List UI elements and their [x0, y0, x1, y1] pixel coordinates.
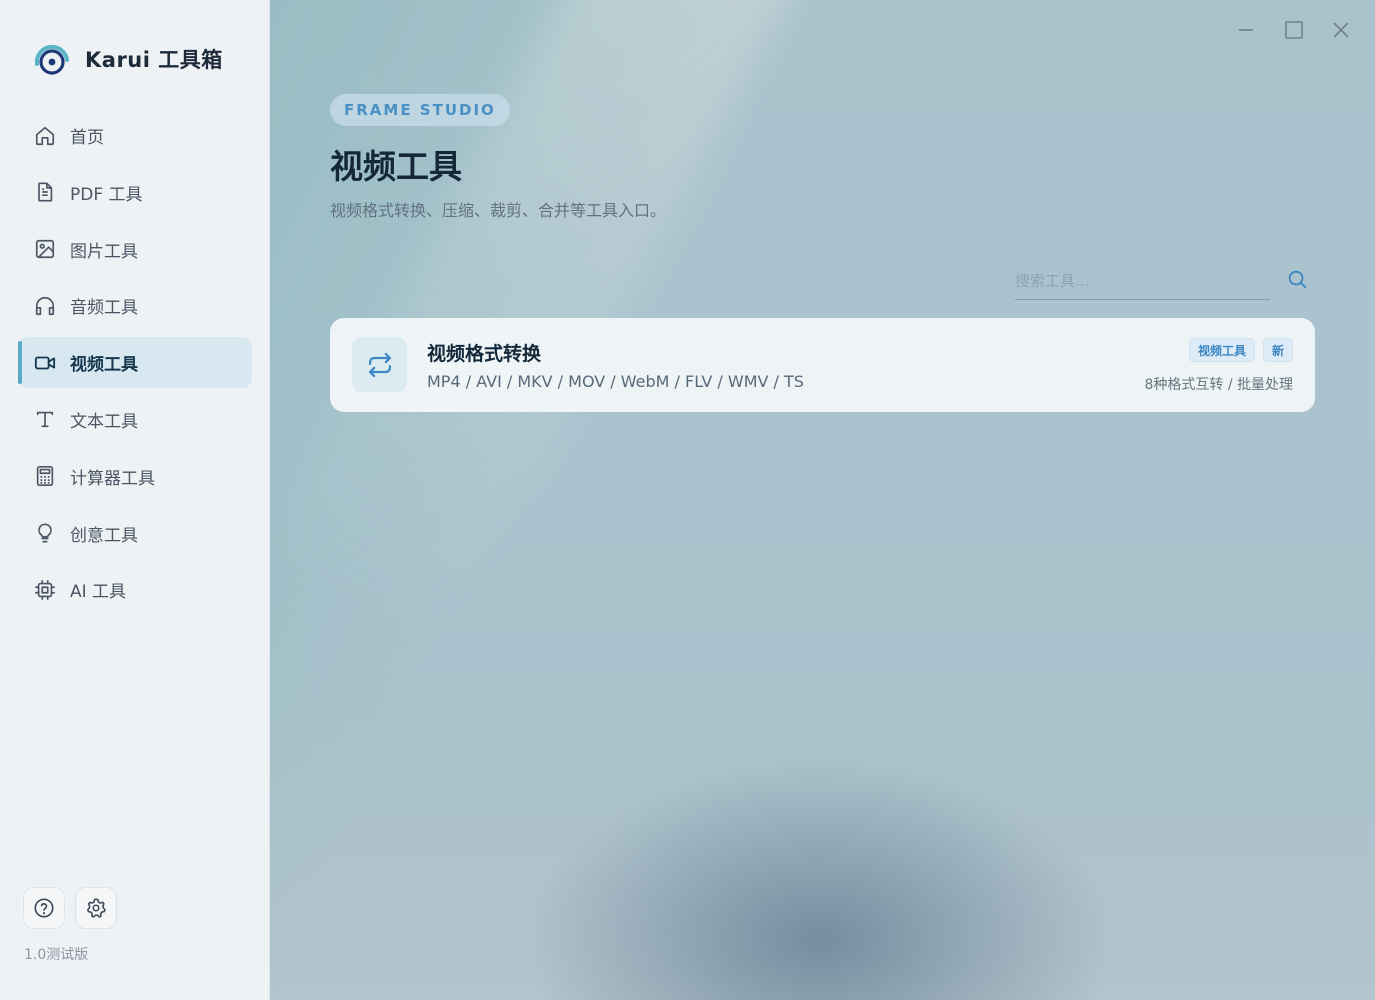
sidebar-item-ai[interactable]: AI 工具 [18, 564, 252, 615]
settings-button[interactable] [75, 887, 117, 929]
close-icon [1333, 22, 1349, 38]
search-input[interactable] [1015, 262, 1270, 299]
text-icon [36, 412, 54, 428]
sidebar-item-pdf[interactable]: PDF 工具 [18, 167, 252, 218]
search-box [1015, 262, 1270, 300]
close-button[interactable] [1327, 16, 1355, 44]
image-icon [35, 240, 55, 259]
app-name: Karui 工具箱 [85, 48, 223, 72]
maximize-icon [1285, 21, 1303, 39]
minimize-icon [1239, 29, 1253, 31]
sidebar-item-label: 文本工具 [70, 411, 138, 432]
sidebar-item-video[interactable]: 视频工具 [18, 337, 252, 389]
sidebar-item-text[interactable]: 文本工具 [18, 394, 252, 445]
version-label: 1.0测试版 [24, 947, 89, 963]
sidebar-item-calculator[interactable]: 计算器工具 [18, 451, 252, 502]
document-icon [38, 182, 53, 202]
home-icon [35, 126, 55, 145]
search-icon[interactable] [1286, 268, 1308, 290]
video-camera-icon [34, 356, 56, 370]
lightbulb-icon [38, 523, 52, 543]
sidebar-item-home[interactable]: 首页 [18, 110, 252, 161]
sidebar-item-label: 计算器工具 [70, 468, 155, 489]
sidebar-item-label: 创意工具 [70, 525, 138, 546]
tool-card-video-convert[interactable]: 视频格式转换 MP4 / AVI / MKV / MOV / WebM / FL… [330, 318, 1315, 412]
tool-card-meta: 8种格式互转 / 批量处理 [1144, 377, 1293, 393]
sidebar-item-label: 视频工具 [70, 355, 138, 376]
calculator-icon [36, 466, 54, 487]
sidebar-item-audio[interactable]: 音频工具 [18, 280, 252, 331]
help-icon [34, 898, 54, 918]
page-title: 视频工具 [330, 147, 462, 186]
help-button[interactable] [23, 887, 65, 929]
headphones-icon [35, 296, 55, 315]
sidebar-item-image[interactable]: 图片工具 [18, 224, 252, 275]
new-badge: 新 [1262, 338, 1293, 362]
sidebar-item-label: PDF 工具 [70, 184, 143, 205]
sidebar: Karui 工具箱 首页 PDF 工具 图片工具 音频工具 视频工具 文本工具 [0, 0, 270, 1000]
swap-arrows-icon [368, 352, 391, 377]
chip-icon [35, 579, 55, 600]
tool-card-formats: MP4 / AVI / MKV / MOV / WebM / FLV / WMV… [427, 372, 804, 391]
gear-icon [86, 898, 106, 918]
page-subtitle: 视频格式转换、压缩、裁剪、合并等工具入口。 [330, 201, 667, 220]
sidebar-item-label: 首页 [70, 128, 104, 148]
sidebar-item-label: AI 工具 [70, 582, 127, 603]
minimize-button[interactable] [1232, 16, 1260, 44]
app-logo-icon [34, 44, 69, 75]
sidebar-item-label: 音频工具 [70, 298, 138, 319]
section-eyebrow: FRAME STUDIO [330, 94, 510, 126]
tool-card-title: 视频格式转换 [427, 343, 542, 365]
tool-card-icon [352, 337, 407, 392]
category-tag: 视频工具 [1188, 338, 1255, 362]
maximize-button[interactable] [1280, 16, 1308, 44]
brand: Karui 工具箱 [33, 42, 223, 76]
sidebar-item-creative[interactable]: 创意工具 [18, 508, 252, 559]
sidebar-nav: 首页 PDF 工具 图片工具 音频工具 视频工具 文本工具 计算器工具 创意工具… [18, 110, 252, 621]
sidebar-item-label: 图片工具 [70, 241, 138, 262]
tool-card-tags: 视频工具 新 [1188, 338, 1293, 362]
main-content: FRAME STUDIO 视频工具 视频格式转换、压缩、裁剪、合并等工具入口。 … [270, 0, 1375, 1000]
